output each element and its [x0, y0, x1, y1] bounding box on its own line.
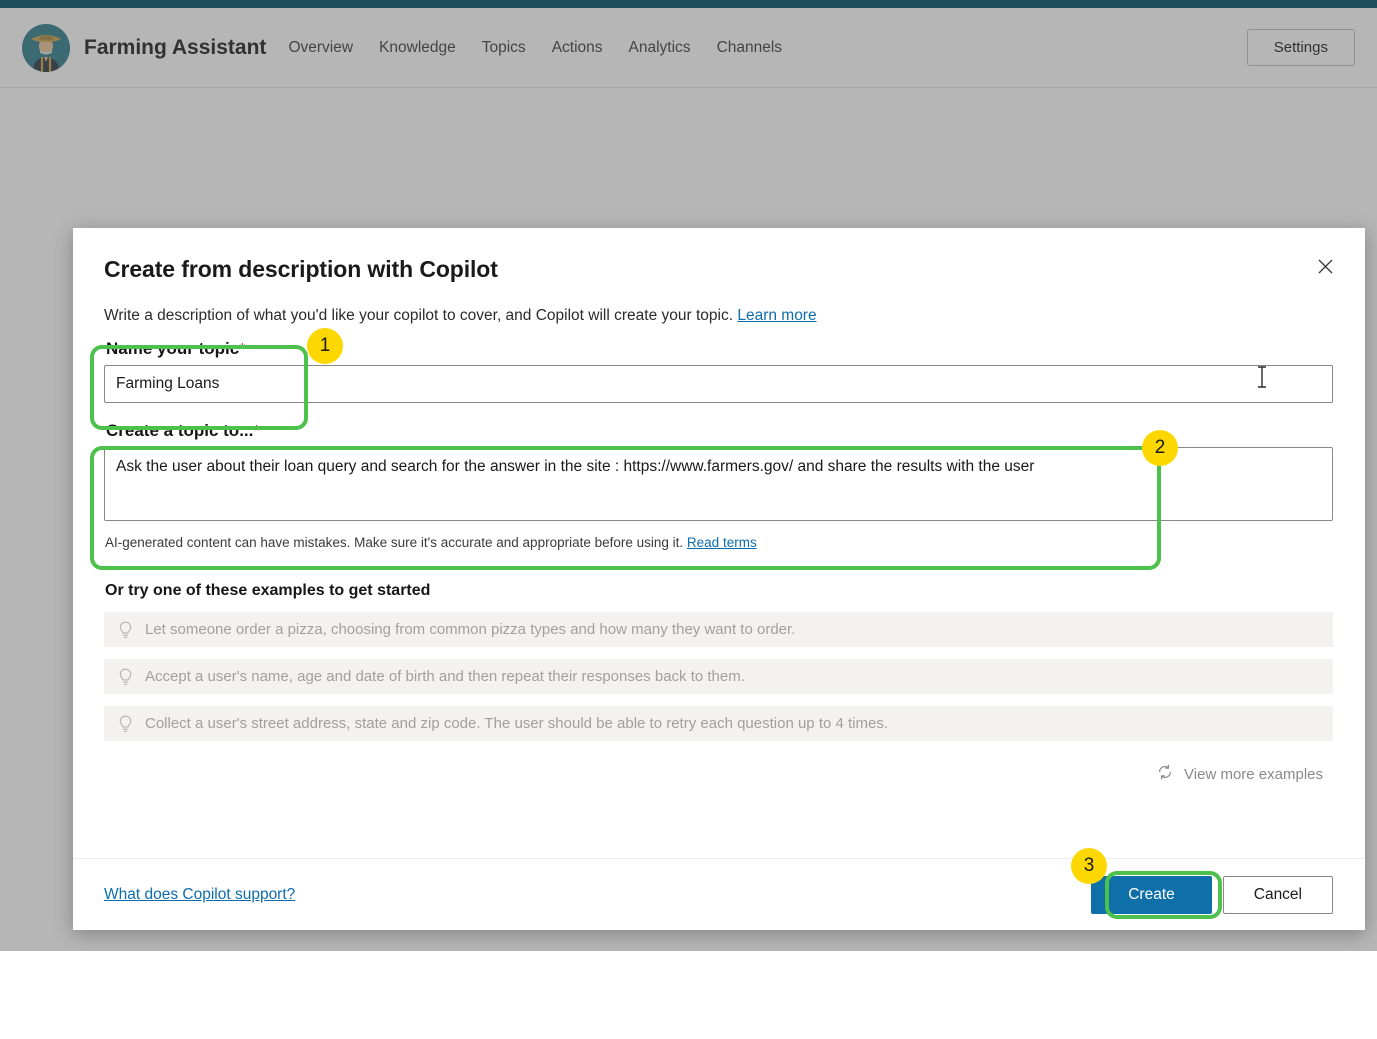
example-item-3[interactable]: Collect a user's street address, state a… — [104, 706, 1333, 741]
view-more-examples-button[interactable]: View more examples — [1156, 763, 1323, 785]
footer-buttons: Create Cancel — [1091, 876, 1333, 914]
examples-heading: Or try one of these examples to get star… — [105, 582, 1333, 600]
topic-description-textarea[interactable] — [104, 447, 1333, 521]
lightbulb-icon — [118, 715, 133, 733]
ai-disclaimer: AI-generated content can have mistakes. … — [105, 535, 1333, 550]
create-a-topic-to-field: Create a topic to...* — [104, 421, 1333, 526]
create-a-topic-to-label: Create a topic to...* — [106, 421, 1333, 441]
create-button[interactable]: Create — [1091, 876, 1212, 914]
view-more-row: View more examples — [104, 763, 1333, 785]
cancel-button[interactable]: Cancel — [1223, 876, 1333, 914]
copilot-support-link[interactable]: What does Copilot support? — [104, 886, 295, 904]
view-more-examples-label: View more examples — [1184, 766, 1323, 783]
dialog-title: Create from description with Copilot — [104, 256, 1333, 283]
lightbulb-icon — [118, 668, 133, 686]
close-icon[interactable] — [1309, 250, 1341, 282]
dialog-description-text: Write a description of what you'd like y… — [104, 307, 733, 324]
example-item-label: Accept a user's name, age and date of bi… — [145, 668, 745, 685]
refresh-icon — [1156, 763, 1174, 785]
required-marker: * — [239, 341, 245, 358]
dialog-body: Create from description with Copilot Wri… — [73, 228, 1365, 858]
create-a-topic-to-label-text: Create a topic to... — [106, 421, 253, 440]
example-item-2[interactable]: Accept a user's name, age and date of bi… — [104, 659, 1333, 694]
dialog-description: Write a description of what you'd like y… — [104, 307, 1333, 325]
example-item-label: Collect a user's street address, state a… — [145, 715, 888, 732]
required-marker: * — [253, 423, 259, 440]
read-terms-link[interactable]: Read terms — [687, 535, 757, 550]
lightbulb-icon — [118, 621, 133, 639]
learn-more-link[interactable]: Learn more — [737, 307, 816, 324]
dialog-footer: What does Copilot support? Create Cancel — [73, 858, 1365, 930]
example-item-1[interactable]: Let someone order a pizza, choosing from… — [104, 612, 1333, 647]
topic-name-input[interactable] — [104, 365, 1333, 403]
create-from-description-dialog: Create from description with Copilot Wri… — [73, 228, 1365, 930]
ai-disclaimer-text: AI-generated content can have mistakes. … — [105, 535, 683, 550]
top-accent-bar — [0, 0, 1377, 8]
name-your-topic-label: Name your topic* — [106, 339, 1333, 359]
name-your-topic-field: Name your topic* — [104, 339, 1333, 403]
example-item-label: Let someone order a pizza, choosing from… — [145, 621, 795, 638]
name-your-topic-label-text: Name your topic — [106, 339, 239, 358]
